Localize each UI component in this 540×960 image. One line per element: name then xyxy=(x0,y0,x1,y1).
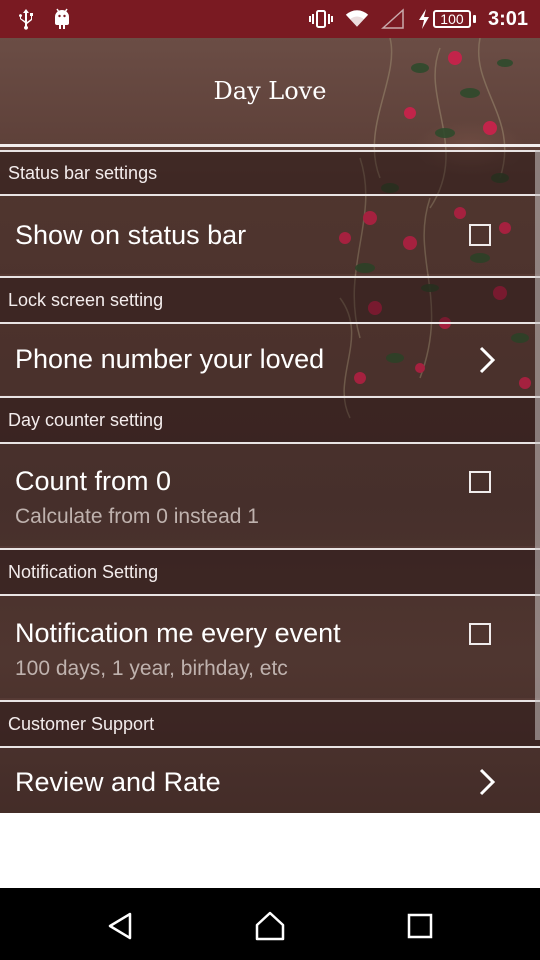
setting-title: Review and Rate xyxy=(15,767,221,797)
section-header-notification: Notification Setting xyxy=(0,548,540,596)
count-from-zero-checkbox[interactable] xyxy=(469,471,491,493)
battery-indicator: 100 xyxy=(417,7,476,31)
setting-notification-every-event[interactable]: Notification me every event 100 days, 1 … xyxy=(0,596,540,698)
home-icon[interactable] xyxy=(252,908,288,944)
android-icon xyxy=(50,7,74,31)
setting-show-on-status-bar[interactable]: Show on status bar xyxy=(0,196,540,274)
usb-icon xyxy=(14,7,38,31)
setting-subtitle: Calculate from 0 instead 1 xyxy=(15,505,259,528)
setting-title: Phone number your loved xyxy=(15,344,325,374)
recents-icon[interactable] xyxy=(402,908,438,944)
charging-icon xyxy=(417,7,431,31)
app-title: Day Love xyxy=(213,77,327,105)
empty-area xyxy=(0,813,540,888)
scrollbar[interactable] xyxy=(535,150,540,740)
back-icon[interactable] xyxy=(103,908,139,944)
clock: 3:01 xyxy=(487,7,528,30)
navigation-bar xyxy=(0,888,540,960)
signal-icon xyxy=(381,7,405,31)
section-header-lock-screen: Lock screen setting xyxy=(0,276,540,324)
battery-level: 100 xyxy=(432,10,471,28)
chevron-right-icon xyxy=(479,768,496,796)
status-bar: 100 3:01 xyxy=(0,0,540,38)
setting-review-and-rate[interactable]: Review and Rate xyxy=(0,748,540,813)
battery-tip xyxy=(472,15,476,23)
title-divider xyxy=(0,144,540,147)
section-header-customer-support: Customer Support xyxy=(0,700,540,748)
setting-phone-number[interactable]: Phone number your loved xyxy=(0,324,540,395)
setting-title: Count from 0 xyxy=(15,466,172,496)
chevron-right-icon xyxy=(479,346,496,374)
vibrate-icon xyxy=(308,7,333,31)
status-bar-checkbox[interactable] xyxy=(469,224,491,246)
setting-title: Show on status bar xyxy=(15,220,247,250)
notification-checkbox[interactable] xyxy=(469,623,491,645)
section-header-status-bar: Status bar settings xyxy=(0,150,540,196)
wifi-icon xyxy=(345,7,369,31)
setting-count-from-zero[interactable]: Count from 0 Calculate from 0 instead 1 xyxy=(0,444,540,546)
setting-title: Notification me every event xyxy=(15,618,341,648)
section-header-day-counter: Day counter setting xyxy=(0,396,540,444)
setting-subtitle: 100 days, 1 year, birhday, etc xyxy=(15,657,288,680)
